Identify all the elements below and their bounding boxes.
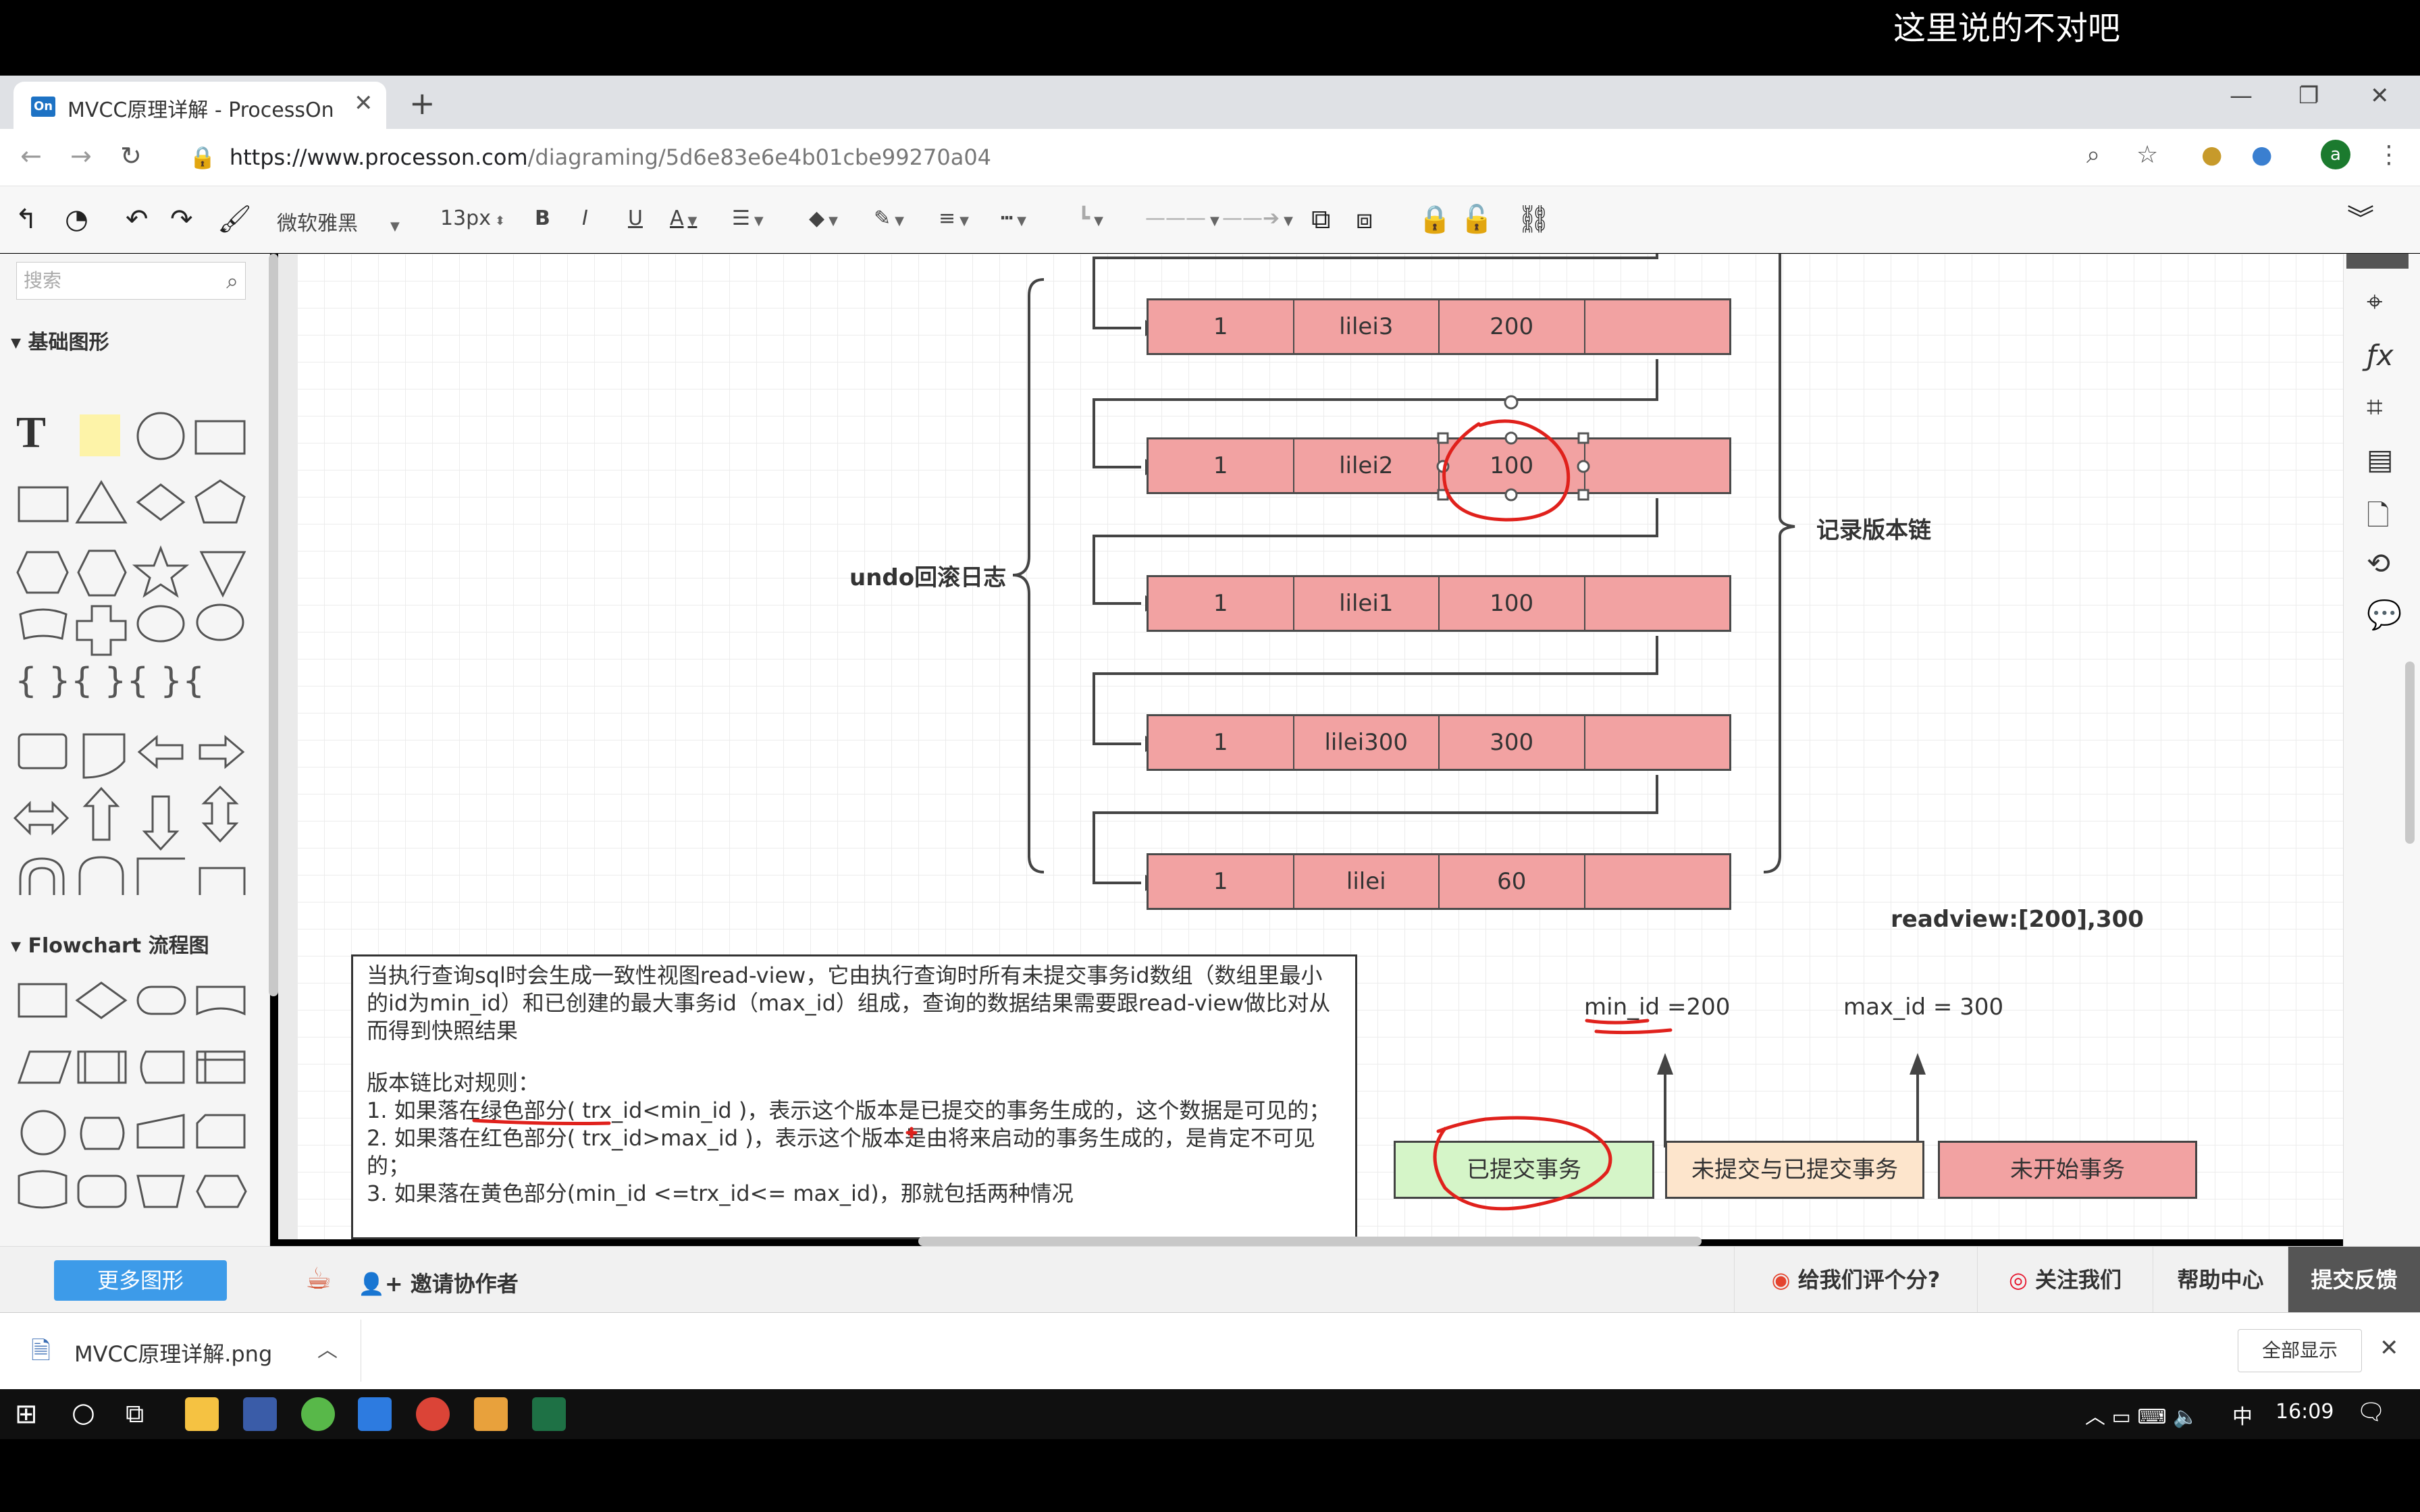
- notification-icon[interactable]: 🗨: [2357, 1399, 2386, 1426]
- windows-start-icon[interactable]: ⊞: [15, 1399, 38, 1430]
- excel-icon[interactable]: [532, 1397, 566, 1431]
- explorer-icon[interactable]: [185, 1397, 219, 1431]
- panel-top-bar: [2346, 254, 2409, 269]
- show-all-button[interactable]: 全部显示: [2238, 1329, 2362, 1372]
- download-shelf: 🗎 MVCC原理详解.png ︿ 全部显示 ✕: [0, 1312, 2420, 1389]
- more-shapes-button[interactable]: 更多图形: [54, 1260, 227, 1301]
- downloaded-file[interactable]: MVCC原理详解.png: [74, 1337, 272, 1368]
- wechat-icon[interactable]: [301, 1397, 335, 1431]
- follow-label: 关注我们: [2035, 1267, 2122, 1293]
- add-user-icon: 👤+: [358, 1271, 411, 1297]
- feedback-button[interactable]: 提交反馈: [2288, 1247, 2420, 1313]
- canvas-horizontal-scrollbar[interactable]: [918, 1237, 1702, 1246]
- rate-us-button[interactable]: ◉ 给我们评个分?: [1734, 1247, 1977, 1313]
- ime-indicator[interactable]: 中: [2232, 1400, 2253, 1430]
- file-icon: 🗎: [31, 1337, 51, 1365]
- windows-taskbar: ⊞ ○ ⧉ ︿ ▭ ⌨ 🔈 中 16:09 🗨: [0, 1389, 2420, 1439]
- page-setup-icon[interactable]: ⌗: [2367, 390, 2383, 424]
- letterbox: [0, 1439, 2420, 1512]
- rate-label: 给我们评个分?: [1797, 1267, 1941, 1293]
- canvas-vertical-scrollbar[interactable]: [2405, 662, 2415, 844]
- tray-icons[interactable]: ︿ ▭ ⌨ 🔈: [2085, 1400, 2199, 1430]
- data-icon[interactable]: ▤: [2367, 443, 2394, 476]
- app-icon[interactable]: [243, 1397, 277, 1431]
- history-icon[interactable]: ⟲: [2367, 547, 2390, 580]
- invite-label: 邀请协作者: [410, 1271, 519, 1297]
- screen: 这里说的不对吧 On MVCC原理详解 - ProcessOn ✕ + — ❐ …: [0, 0, 2420, 1512]
- help-center-button[interactable]: 帮助中心: [2153, 1247, 2288, 1313]
- task-view-icon[interactable]: ⧉: [126, 1399, 144, 1429]
- app-icon[interactable]: [358, 1397, 392, 1431]
- chrome-icon: ◉: [1771, 1267, 1798, 1293]
- chevron-up-icon[interactable]: ︿: [317, 1333, 338, 1363]
- invite-collaborator-button[interactable]: 👤+ 邀请协作者: [358, 1267, 519, 1298]
- formula-icon[interactable]: ƒx: [2367, 339, 2394, 372]
- weibo-icon: ◎: [2008, 1267, 2036, 1293]
- close-shelf-icon[interactable]: ✕: [2379, 1334, 2399, 1361]
- follow-us-button[interactable]: ◎ 关注我们: [1977, 1247, 2153, 1313]
- clock[interactable]: 16:09: [2276, 1400, 2334, 1424]
- editor-bottom-bar: 更多图形 ☕ 👤+ 邀请协作者 ◉ 给我们评个分? ◎ 关注我们 帮助中心 提交…: [0, 1246, 2420, 1313]
- search-circle-icon[interactable]: ○: [72, 1397, 95, 1428]
- java-icon[interactable]: ☕: [305, 1262, 332, 1296]
- navigator-icon[interactable]: ⌖: [2367, 285, 2383, 319]
- comment-icon[interactable]: 💬: [2367, 598, 2402, 632]
- chrome-taskbar-icon[interactable]: [416, 1397, 450, 1431]
- page-icon[interactable]: 🗋: [2367, 495, 2390, 543]
- app-icon[interactable]: [474, 1397, 508, 1431]
